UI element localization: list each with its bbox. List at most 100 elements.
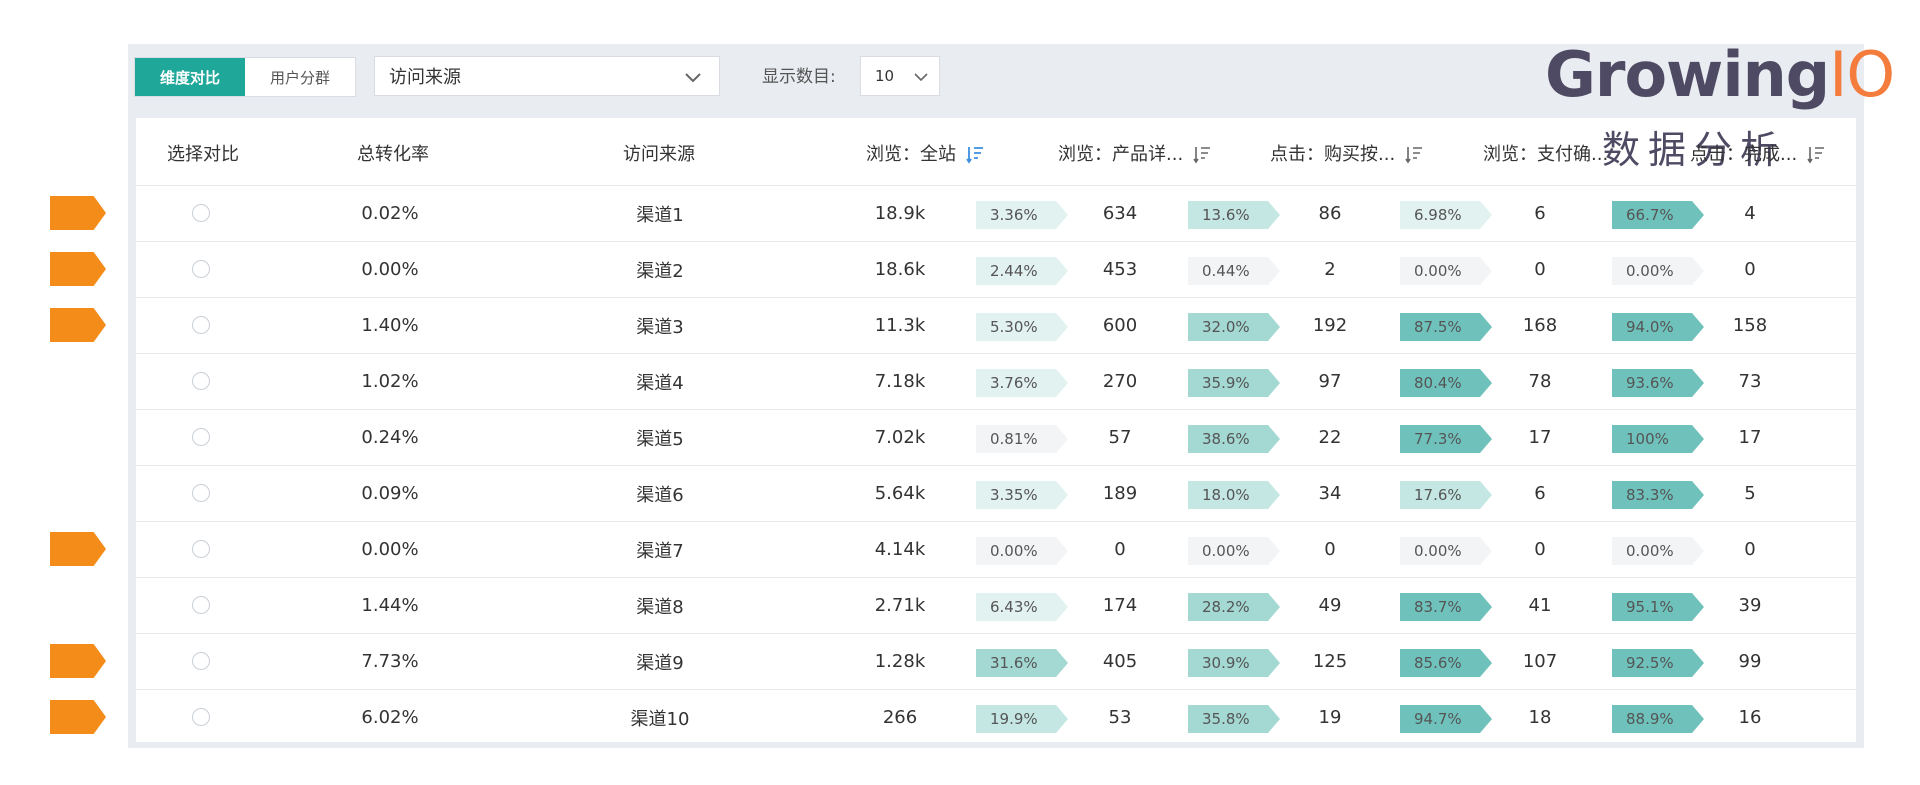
conversion-step-bar: 100%: [1612, 425, 1704, 453]
table-row: 1.44% 渠道8 2.71k 174 49 41 39 6.43% 28.2% 83.7% 95.…: [136, 578, 1856, 633]
cell-pay-views: 168: [1522, 315, 1558, 336]
cell-source: 渠道9: [636, 652, 684, 674]
cell-pay-views: 41: [1528, 595, 1552, 616]
cell-conversion-rate: 0.24%: [361, 427, 419, 448]
highlight-arrow-marker: [50, 532, 106, 566]
cell-buy-clicks: 49: [1318, 595, 1342, 616]
table-row: 0.24% 渠道5 7.02k 57 22 17 17 0.81% 38.6% 77.3% 100%: [136, 410, 1856, 465]
cell-pay-views: 78: [1528, 371, 1552, 392]
conversion-step-bar: 5.30%: [976, 313, 1068, 341]
header-col-complete[interactable]: 点击：完成...: [1690, 140, 1825, 166]
conversion-step-bar: 35.8%: [1188, 705, 1280, 733]
cell-complete-clicks: 99: [1738, 651, 1762, 672]
conversion-step-bar: 92.5%: [1612, 649, 1704, 677]
cell-conversion-rate: 0.02%: [361, 203, 419, 224]
growingio-logo: GrowingIO: [1545, 38, 1895, 111]
tab-dimension-compare[interactable]: 维度对比: [135, 58, 245, 96]
cell-complete-clicks: 158: [1732, 315, 1768, 336]
compare-radio[interactable]: [192, 540, 210, 558]
conversion-step-bar: 19.9%: [976, 705, 1068, 733]
chevron-down-icon: [914, 73, 928, 82]
cell-site-views: 4.14k: [874, 539, 926, 560]
cell-complete-clicks: 39: [1738, 595, 1762, 616]
conversion-step-bar: 2.44%: [976, 257, 1068, 285]
cell-complete-clicks: 17: [1738, 427, 1762, 448]
cell-conversion-rate: 0.00%: [361, 259, 419, 280]
cell-site-views: 5.64k: [874, 483, 926, 504]
conversion-step-bar: 13.6%: [1188, 201, 1280, 229]
display-count-label: 显示数目:: [762, 67, 836, 87]
display-count-select[interactable]: 10: [860, 56, 940, 96]
header-col-product[interactable]: 浏览：产品详...: [1058, 140, 1211, 166]
cell-site-views: 11.3k: [874, 315, 926, 336]
sort-icon[interactable]: [965, 145, 984, 165]
dimension-select[interactable]: 访问来源: [374, 56, 720, 96]
header-col-pay[interactable]: 浏览：支付确...: [1483, 140, 1608, 166]
compare-radio[interactable]: [192, 204, 210, 222]
conversion-step-bar: 83.7%: [1400, 593, 1492, 621]
header-col-buy-label: 点击：购买按...: [1270, 144, 1396, 165]
cell-site-views: 7.18k: [874, 371, 926, 392]
conversion-step-bar: 17.6%: [1400, 481, 1492, 509]
cell-pay-views: 18: [1528, 707, 1552, 728]
compare-radio[interactable]: [192, 372, 210, 390]
segment-tabs: 维度对比 用户分群: [134, 57, 356, 97]
cell-pay-views: 0: [1534, 259, 1546, 280]
table-row: 6.02% 渠道10 266 53 19 18 16 19.9% 35.8% 94.7% 88.9%: [136, 690, 1856, 745]
cell-product-views: 634: [1102, 203, 1138, 224]
compare-radio[interactable]: [192, 484, 210, 502]
cell-site-views: 2.71k: [874, 595, 926, 616]
cell-pay-views: 0: [1534, 539, 1546, 560]
compare-radio[interactable]: [192, 316, 210, 334]
compare-radio[interactable]: [192, 260, 210, 278]
header-select-compare: 选择对比: [167, 144, 239, 165]
highlight-arrow-marker: [50, 644, 106, 678]
conversion-step-bar: 80.4%: [1400, 369, 1492, 397]
conversion-step-bar: 28.2%: [1188, 593, 1280, 621]
cell-site-views: 1.28k: [874, 651, 926, 672]
header-col-product-label: 浏览：产品详...: [1058, 144, 1184, 165]
highlight-arrow-marker: [50, 252, 106, 286]
cell-buy-clicks: 19: [1318, 707, 1342, 728]
display-count-value: 10: [875, 67, 895, 85]
cell-buy-clicks: 86: [1318, 203, 1342, 224]
conversion-step-bar: 85.6%: [1400, 649, 1492, 677]
compare-radio[interactable]: [192, 428, 210, 446]
cell-source: 渠道7: [636, 540, 684, 562]
cell-site-views: 18.9k: [874, 203, 926, 224]
conversion-step-bar: 87.5%: [1400, 313, 1492, 341]
cell-product-views: 174: [1102, 595, 1138, 616]
compare-radio[interactable]: [192, 708, 210, 726]
sort-icon[interactable]: [1405, 145, 1423, 165]
conversion-step-bar: 38.6%: [1188, 425, 1280, 453]
cell-complete-clicks: 73: [1738, 371, 1762, 392]
cell-product-views: 57: [1108, 427, 1132, 448]
sort-icon[interactable]: [1193, 145, 1211, 165]
sort-icon[interactable]: [1807, 145, 1825, 165]
cell-source: 渠道3: [636, 316, 684, 338]
conversion-step-bar: 0.00%: [1188, 537, 1280, 565]
chevron-down-icon: [685, 73, 701, 83]
cell-site-views: 7.02k: [874, 427, 926, 448]
compare-radio[interactable]: [192, 652, 210, 670]
compare-radio[interactable]: [192, 596, 210, 614]
tab-user-segment[interactable]: 用户分群: [245, 58, 355, 96]
table-row: 1.02% 渠道4 7.18k 270 97 78 73 3.76% 35.9% 80.4% 93.…: [136, 354, 1856, 409]
conversion-step-bar: 31.6%: [976, 649, 1068, 677]
cell-conversion-rate: 1.40%: [361, 315, 419, 336]
cell-buy-clicks: 192: [1312, 315, 1348, 336]
cell-conversion-rate: 6.02%: [361, 707, 419, 728]
cell-source: 渠道8: [636, 596, 684, 618]
cell-buy-clicks: 2: [1324, 259, 1336, 280]
conversion-step-bar: 83.3%: [1612, 481, 1704, 509]
table-row: 0.09% 渠道6 5.64k 189 34 6 5 3.35% 18.0% 17.6% 83.3%: [136, 466, 1856, 521]
conversion-step-bar: 0.81%: [976, 425, 1068, 453]
header-col-buy[interactable]: 点击：购买按...: [1270, 140, 1423, 166]
cell-source: 渠道1: [636, 204, 684, 226]
conversion-step-bar: 3.76%: [976, 369, 1068, 397]
cell-product-views: 53: [1108, 707, 1132, 728]
cell-product-views: 405: [1102, 651, 1138, 672]
cell-product-views: 0: [1114, 539, 1126, 560]
cell-source: 渠道5: [636, 428, 684, 450]
header-col-site[interactable]: 浏览：全站: [866, 140, 984, 166]
